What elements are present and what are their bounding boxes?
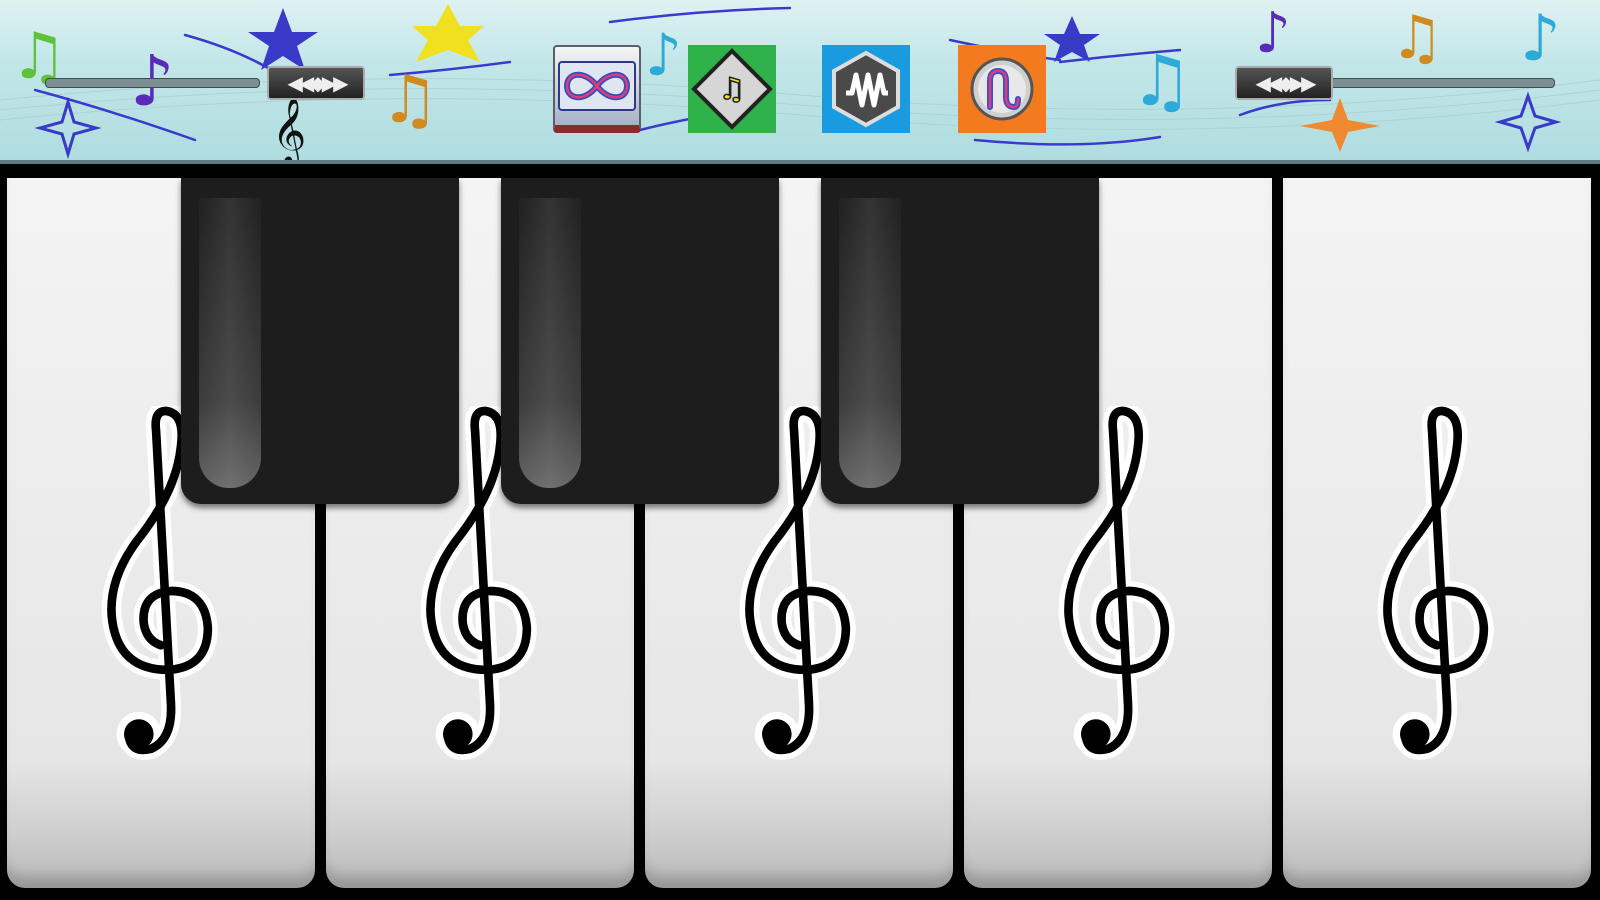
star-icon	[34, 96, 102, 160]
waveform-button[interactable]	[822, 45, 910, 133]
star-icon	[1044, 16, 1100, 62]
star-icon	[412, 4, 484, 62]
infinity-icon	[558, 61, 636, 111]
black-key[interactable]	[821, 178, 1099, 504]
left-range-slider[interactable]: ◀◀◆▶▶	[45, 66, 365, 102]
slider-track	[1305, 78, 1555, 88]
piano-keyboard	[0, 168, 1600, 900]
slider-knob[interactable]: ◀◀◆▶▶	[267, 66, 365, 100]
star-icon	[1494, 91, 1562, 153]
note-letters-button[interactable]: ♫	[688, 45, 776, 133]
piano-app: ♫ ♪ ♫ ♪ ♫ ♪ ♫ ♪ 𝄞 ◀◀◆▶▶ ◀◀◆▶▶	[0, 0, 1600, 900]
waveform-icon	[832, 50, 900, 128]
note-icon: ♪	[1520, 2, 1561, 76]
treble-clef-icon: 𝄞	[272, 96, 306, 164]
right-range-slider[interactable]: ◀◀◆▶▶	[1235, 66, 1555, 102]
slider-track	[45, 78, 260, 88]
note-icon: ♫	[1390, 3, 1444, 73]
squiggle-button[interactable]	[958, 45, 1046, 133]
loop-button[interactable]	[553, 45, 641, 133]
key-highlight	[199, 198, 261, 488]
squiggle-icon	[970, 57, 1034, 121]
key-highlight	[839, 198, 901, 488]
svg-text:♫: ♫	[719, 72, 746, 107]
note-letters-icon: ♫	[691, 48, 773, 130]
star-icon	[1300, 98, 1380, 152]
black-key[interactable]	[181, 178, 459, 504]
note-icon: ♪	[645, 21, 682, 89]
treble-clef-icon	[1375, 406, 1499, 776]
note-icon: ♫	[380, 61, 439, 138]
key-highlight	[519, 198, 581, 488]
note-icon: ♪	[1255, 1, 1291, 66]
toolbar: ♫ ♪ ♫ ♪ ♫ ♪ ♫ ♪ 𝄞 ◀◀◆▶▶ ◀◀◆▶▶	[0, 0, 1600, 164]
black-key[interactable]	[501, 178, 779, 504]
note-icon: ♫	[1130, 40, 1193, 122]
slider-knob[interactable]: ◀◀◆▶▶	[1235, 66, 1333, 100]
white-key[interactable]	[1283, 178, 1591, 888]
star-icon	[248, 8, 318, 70]
